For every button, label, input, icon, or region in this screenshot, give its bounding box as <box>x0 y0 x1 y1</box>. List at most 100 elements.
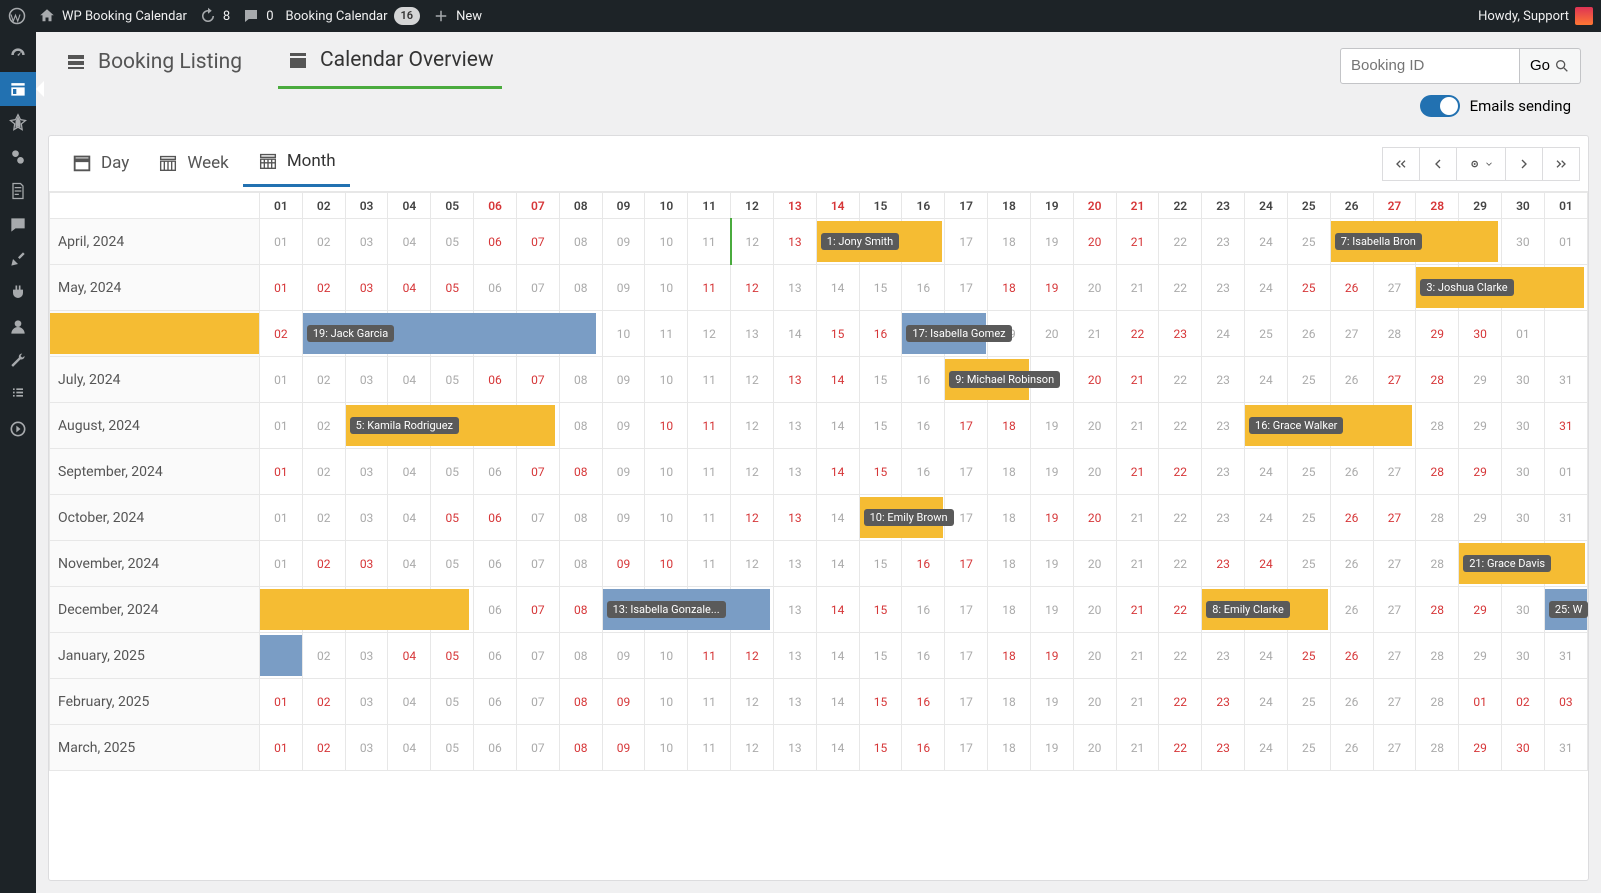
day-cell[interactable]: 20 <box>1073 403 1116 449</box>
day-cell[interactable]: 16 <box>902 633 945 679</box>
day-cell[interactable]: 26 <box>1330 357 1373 403</box>
day-cell[interactable]: 02 <box>302 495 345 541</box>
day-cell[interactable]: 09 <box>602 541 645 587</box>
day-cell[interactable]: 11 <box>688 403 731 449</box>
day-cell[interactable]: 23 <box>1202 495 1245 541</box>
day-cell[interactable]: 15 <box>859 357 902 403</box>
day-cell[interactable]: 09 <box>602 219 645 265</box>
day-cell[interactable]: 179: Michael Robinson <box>945 357 988 403</box>
sidebar-settings[interactable] <box>0 378 36 412</box>
day-cell[interactable]: 30 <box>1502 725 1545 771</box>
day-cell[interactable]: 18 <box>988 541 1031 587</box>
day-cell[interactable]: 05 <box>431 633 474 679</box>
day-cell[interactable]: 23 <box>1202 357 1245 403</box>
day-cell[interactable]: 22 <box>1116 311 1159 357</box>
day-cell[interactable]: 27 <box>1373 495 1416 541</box>
day-cell[interactable]: 25 <box>1287 495 1330 541</box>
day-cell[interactable]: 17 <box>945 403 988 449</box>
day-cell[interactable]: 2416: Grace Walker <box>1245 403 1288 449</box>
day-cell[interactable]: 04 <box>388 495 431 541</box>
day-cell[interactable]: 07 <box>516 265 559 311</box>
day-cell[interactable]: 14 <box>816 265 859 311</box>
day-cell[interactable]: 24 <box>1245 541 1288 587</box>
day-cell[interactable]: 26 <box>1330 587 1373 633</box>
day-cell[interactable]: 12 <box>688 311 731 357</box>
day-cell[interactable]: 09 <box>602 725 645 771</box>
day-cell[interactable]: 06 <box>474 541 517 587</box>
day-cell[interactable]: 22 <box>1159 725 1202 771</box>
day-cell[interactable]: 06 <box>474 449 517 495</box>
day-cell[interactable]: 21 <box>1116 495 1159 541</box>
day-cell[interactable]: 19 <box>1030 449 1073 495</box>
day-cell[interactable]: 24 <box>1202 311 1245 357</box>
day-cell[interactable]: 07 <box>516 219 559 265</box>
day-cell[interactable]: 06 <box>474 679 517 725</box>
day-cell[interactable]: 13 <box>773 633 816 679</box>
day-cell[interactable]: 02 <box>302 403 345 449</box>
day-cell[interactable]: 22 <box>1159 357 1202 403</box>
search-input[interactable] <box>1340 48 1520 84</box>
day-cell[interactable]: 31 <box>1544 633 1587 679</box>
day-cell[interactable]: 28 <box>1416 679 1459 725</box>
day-cell[interactable]: 25 <box>1287 449 1330 495</box>
day-cell[interactable]: 11 <box>688 357 731 403</box>
day-cell[interactable]: 29 <box>1459 449 1502 495</box>
day-cell[interactable]: 31 <box>1544 403 1587 449</box>
day-cell[interactable]: 12 <box>731 265 774 311</box>
day-cell[interactable]: 10 <box>645 449 688 495</box>
day-cell[interactable]: 01 <box>260 449 303 495</box>
day-cell[interactable]: 12 <box>731 219 774 265</box>
day-cell[interactable]: 03 <box>345 495 388 541</box>
booking-event[interactable]: 9: Michael Robinson <box>945 359 1029 400</box>
sidebar-plugins[interactable] <box>0 276 36 310</box>
day-cell[interactable]: 01 <box>260 541 303 587</box>
day-cell[interactable]: 20 <box>1073 541 1116 587</box>
day-cell[interactable]: 01 <box>260 725 303 771</box>
day-cell[interactable]: 10 <box>645 265 688 311</box>
day-cell[interactable]: 29 <box>1459 587 1502 633</box>
day-cell[interactable]: 01 <box>260 403 303 449</box>
day-cell[interactable]: 22 <box>1159 633 1202 679</box>
day-cell[interactable]: 24 <box>1245 219 1288 265</box>
day-cell[interactable]: 07 <box>516 679 559 725</box>
booking-event[interactable]: 13: Isabella Gonzale... <box>603 589 770 630</box>
day-cell[interactable]: 17 <box>945 725 988 771</box>
tab-calendar-overview[interactable]: Calendar Overview <box>278 42 502 89</box>
day-cell[interactable]: 24 <box>1245 357 1288 403</box>
day-cell[interactable]: 07 <box>516 633 559 679</box>
day-cell[interactable]: 20 <box>1073 265 1116 311</box>
day-cell[interactable]: 03 <box>345 541 388 587</box>
day-cell[interactable]: 02 <box>302 541 345 587</box>
day-cell[interactable]: 25 <box>1287 219 1330 265</box>
day-cell[interactable]: 29 <box>1459 725 1502 771</box>
day-cell[interactable]: 10 <box>645 541 688 587</box>
day-cell[interactable]: 30 <box>1502 403 1545 449</box>
day-cell[interactable]: 20 <box>1073 725 1116 771</box>
day-cell[interactable]: 06 <box>474 633 517 679</box>
day-cell[interactable]: 05 <box>431 725 474 771</box>
day-cell[interactable]: 02 <box>260 311 303 357</box>
day-cell[interactable]: 15 <box>859 679 902 725</box>
day-cell[interactable]: 19 <box>1030 541 1073 587</box>
user-menu[interactable]: Howdy, Support <box>1478 7 1593 25</box>
comments-link[interactable]: 0 <box>242 7 273 25</box>
day-cell[interactable]: 02 <box>302 265 345 311</box>
booking-event[interactable]: 1: Jony Smith <box>817 221 942 262</box>
day-cell[interactable]: 18 <box>988 633 1031 679</box>
day-cell[interactable]: 28 <box>1416 357 1459 403</box>
emails-toggle[interactable] <box>1420 95 1460 117</box>
booking-event[interactable]: 8: Emily Clarke <box>1202 589 1327 630</box>
day-cell[interactable]: 29 <box>1416 311 1459 357</box>
day-cell[interactable]: 18 <box>988 265 1031 311</box>
day-cell[interactable]: 24 <box>1245 679 1288 725</box>
day-cell[interactable]: 07 <box>516 449 559 495</box>
day-cell[interactable]: 27 <box>1373 679 1416 725</box>
day-cell[interactable]: 19 <box>1030 265 1073 311</box>
day-cell[interactable]: 26 <box>1330 449 1373 495</box>
day-cell[interactable]: 19 <box>1030 495 1073 541</box>
day-cell[interactable]: 10 <box>645 633 688 679</box>
day-cell[interactable]: 17 <box>945 541 988 587</box>
day-cell[interactable]: 03 <box>345 265 388 311</box>
day-cell[interactable]: 16 <box>859 311 902 357</box>
day-cell[interactable]: 17 <box>945 633 988 679</box>
